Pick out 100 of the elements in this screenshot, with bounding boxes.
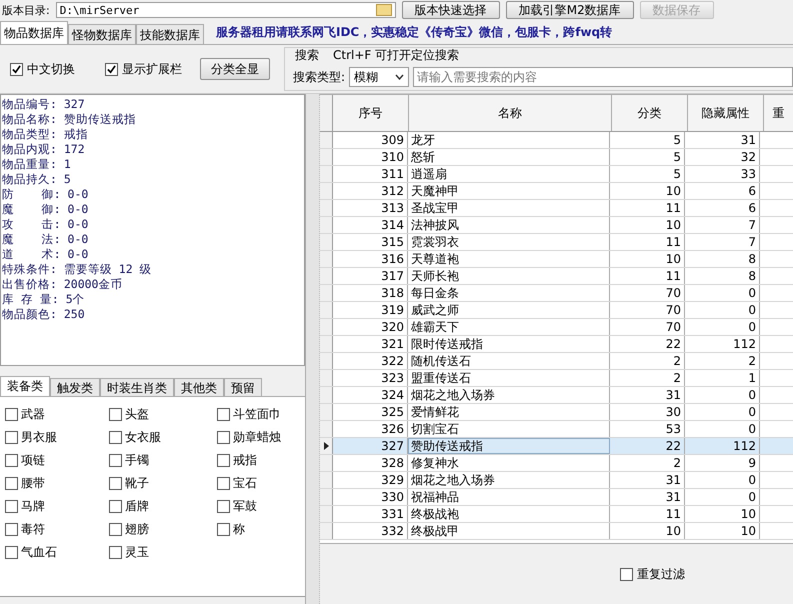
- category-checkbox[interactable]: 手镯: [109, 449, 217, 472]
- table-row[interactable]: 320 雄霸天下 70 0: [320, 319, 793, 336]
- category-tab[interactable]: 其他类: [174, 378, 224, 396]
- checkbox[interactable]: [5, 523, 18, 536]
- table-row[interactable]: 332 终极战甲 10 10: [320, 523, 793, 540]
- category-checkbox[interactable]: 翅膀: [109, 518, 217, 541]
- table-cell: 319: [333, 302, 408, 318]
- checkbox[interactable]: [109, 546, 122, 559]
- category-tab[interactable]: 触发类: [50, 378, 100, 396]
- category-tab[interactable]: 装备类: [0, 376, 50, 396]
- tab[interactable]: 物品数据库: [0, 21, 68, 44]
- checkbox[interactable]: [217, 454, 230, 467]
- table-row[interactable]: 324 烟花之地入场券 31 0: [320, 387, 793, 404]
- category-checkbox[interactable]: 气血石: [5, 541, 109, 564]
- category-checkbox[interactable]: 戒指: [217, 449, 307, 472]
- tab[interactable]: 技能数据库: [136, 24, 204, 44]
- toolbar-button[interactable]: 版本快速选择: [402, 1, 500, 19]
- table-row[interactable]: 327 赞助传送戒指 22 112: [320, 438, 793, 455]
- table-row[interactable]: 312 天魔神甲 10 6: [320, 183, 793, 200]
- table-row[interactable]: 311 逍遥扇 5 33: [320, 166, 793, 183]
- column-header[interactable]: 重: [764, 95, 793, 131]
- checkbox[interactable]: [5, 500, 18, 513]
- checkbox[interactable]: [109, 500, 122, 513]
- table-row[interactable]: 317 天师长袍 11 8: [320, 268, 793, 285]
- checkbox[interactable]: [5, 408, 18, 421]
- table-row[interactable]: 321 限时传送戒指 22 112: [320, 336, 793, 353]
- table-cell: 祝福神品: [408, 489, 610, 505]
- category-checkbox[interactable]: 军鼓: [217, 495, 307, 518]
- checkbox[interactable]: [5, 546, 18, 559]
- checkbox[interactable]: [620, 568, 633, 580]
- category-checkbox[interactable]: 勋章蜡烛: [217, 426, 307, 449]
- path-field[interactable]: D:\mirServer: [56, 2, 396, 18]
- checkbox[interactable]: [109, 454, 122, 467]
- checkbox[interactable]: [109, 408, 122, 421]
- category-tab[interactable]: 时装生肖类: [100, 378, 174, 396]
- table-row[interactable]: 309 龙牙 5 31: [320, 132, 793, 149]
- table-cell: 313: [333, 200, 408, 216]
- checkbox[interactable]: [217, 477, 230, 490]
- checkbox[interactable]: [217, 500, 230, 513]
- table-cell: 9: [685, 455, 760, 471]
- table-row[interactable]: 318 每日金条 70 0: [320, 285, 793, 302]
- category-checkbox[interactable]: 斗笠面巾: [217, 403, 307, 426]
- category-checkbox[interactable]: 腰带: [5, 472, 109, 495]
- table-cell: 329: [333, 472, 408, 488]
- table-row[interactable]: 315 霓裳羽衣 11 7: [320, 234, 793, 251]
- table-row[interactable]: 330 祝福神品 31 0: [320, 489, 793, 506]
- table-row[interactable]: 319 威武之师 70 0: [320, 302, 793, 319]
- table-row[interactable]: 313 圣战宝甲 11 6: [320, 200, 793, 217]
- table-cell: 309: [333, 132, 408, 148]
- column-header[interactable]: 名称: [409, 95, 612, 131]
- table-cell: 310: [333, 149, 408, 165]
- toolbar-button[interactable]: 加载引擎M2数据库: [506, 1, 634, 19]
- checkbox[interactable]: [217, 408, 230, 421]
- row-header[interactable]: [320, 438, 333, 454]
- dedupe-checkbox[interactable]: 重复过滤: [620, 566, 685, 582]
- category-checkbox[interactable]: 男衣服: [5, 426, 109, 449]
- tab[interactable]: 怪物数据库: [68, 24, 136, 44]
- column-header[interactable]: 隐藏属性: [688, 95, 764, 131]
- column-header[interactable]: 序号: [333, 95, 409, 131]
- option-checkbox[interactable]: 中文切换: [10, 60, 75, 78]
- checkbox[interactable]: [109, 431, 122, 444]
- checkbox[interactable]: [105, 62, 118, 76]
- category-tab[interactable]: 预留: [224, 378, 262, 396]
- option-checkbox[interactable]: 显示扩展栏: [105, 60, 182, 78]
- folder-icon[interactable]: [376, 4, 392, 16]
- show-all-button[interactable]: 分类全显: [200, 58, 270, 80]
- checkbox[interactable]: [217, 431, 230, 444]
- checkbox[interactable]: [109, 523, 122, 536]
- category-checkbox[interactable]: 灵玉: [109, 541, 217, 564]
- table-row[interactable]: 322 随机传送石 2 2: [320, 353, 793, 370]
- category-checkbox[interactable]: 头盔: [109, 403, 217, 426]
- category-checkbox[interactable]: 靴子: [109, 472, 217, 495]
- checkbox[interactable]: [5, 477, 18, 490]
- category-checkbox[interactable]: 武器: [5, 403, 109, 426]
- category-checkbox[interactable]: 盾牌: [109, 495, 217, 518]
- category-checkbox[interactable]: 毒符: [5, 518, 109, 541]
- table-cell: 怒斩: [408, 149, 610, 165]
- checkbox[interactable]: [109, 477, 122, 490]
- table-cell: 8: [685, 268, 760, 284]
- category-checkbox[interactable]: 项链: [5, 449, 109, 472]
- checkbox[interactable]: [10, 62, 23, 76]
- table-row[interactable]: 316 天尊道袍 10 8: [320, 251, 793, 268]
- table-row[interactable]: 325 爱情鲜花 30 0: [320, 404, 793, 421]
- table-row[interactable]: 323 盟重传送石 2 1: [320, 370, 793, 387]
- column-header[interactable]: 分类: [612, 95, 688, 131]
- table-row[interactable]: 328 修复神水 2 9: [320, 455, 793, 472]
- detail-line: 防 御: 0-0: [1, 187, 90, 202]
- checkbox[interactable]: [5, 431, 18, 444]
- checkbox[interactable]: [217, 523, 230, 536]
- category-checkbox[interactable]: 马牌: [5, 495, 109, 518]
- table-row[interactable]: 310 怒斩 5 32: [320, 149, 793, 166]
- table-row[interactable]: 329 烟花之地入场券 31 0: [320, 472, 793, 489]
- category-checkbox[interactable]: 宝石: [217, 472, 307, 495]
- checkbox[interactable]: [5, 454, 18, 467]
- table-row[interactable]: 331 终极战袍 11 10: [320, 506, 793, 523]
- table-row[interactable]: 314 法神披风 10 7: [320, 217, 793, 234]
- category-checkbox[interactable]: 女衣服: [109, 426, 217, 449]
- category-checkbox[interactable]: 称: [217, 518, 307, 541]
- search-type-dropdown[interactable]: 模糊: [349, 67, 410, 87]
- search-field[interactable]: 请输入需要搜索的内容: [413, 67, 793, 87]
